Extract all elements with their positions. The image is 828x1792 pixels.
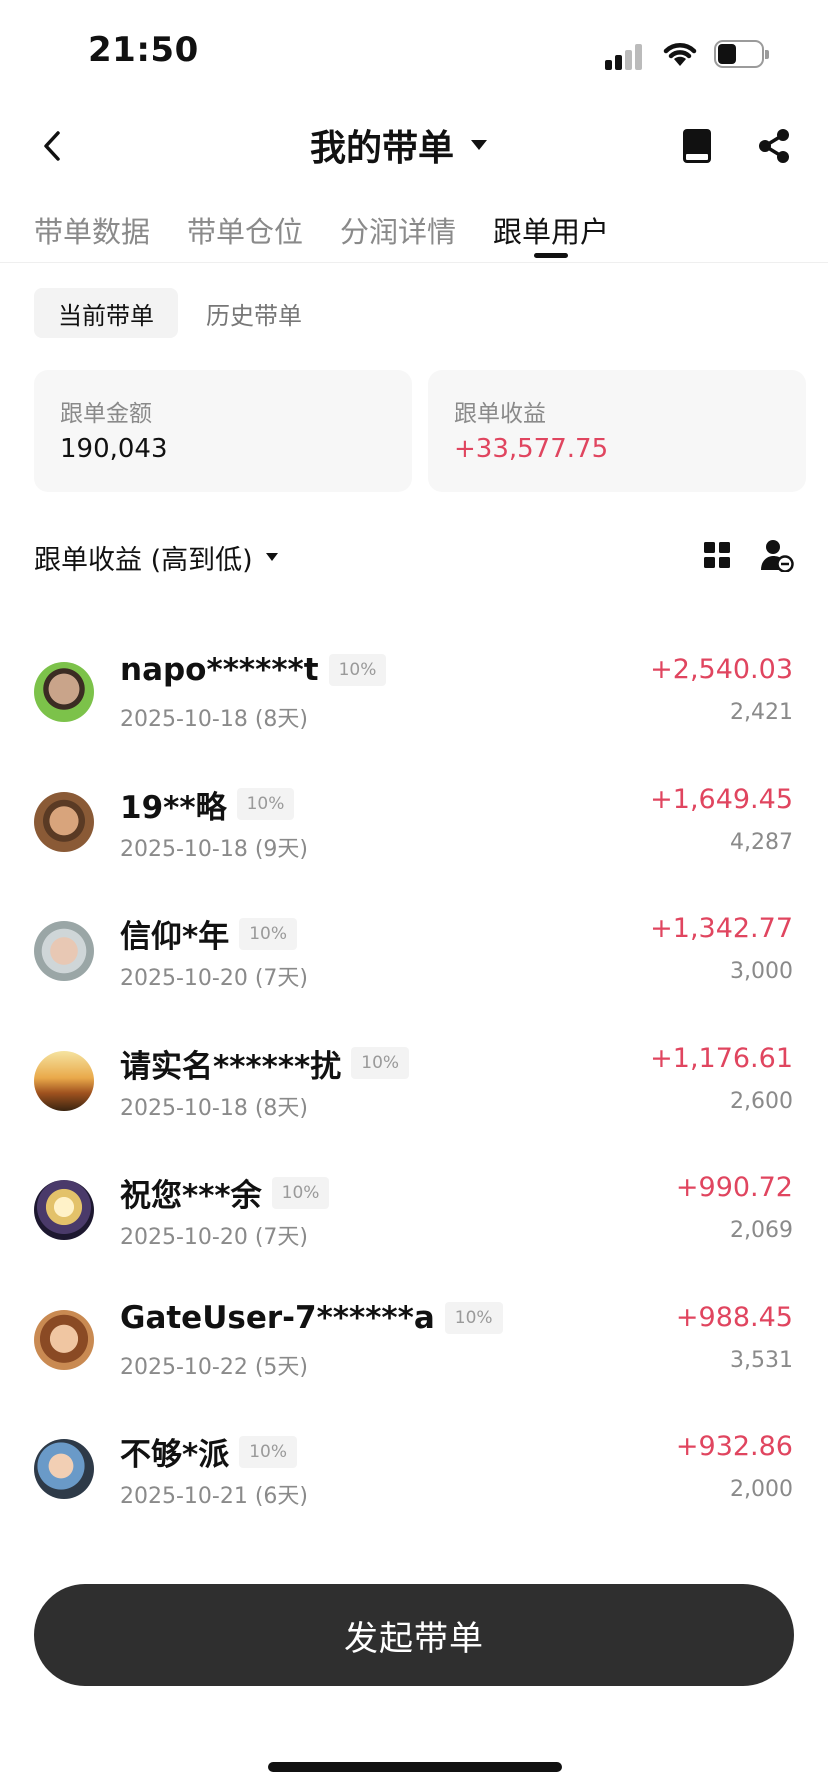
share-badge: 10%	[271, 1176, 330, 1209]
follower-amount: 2,600	[730, 1088, 793, 1114]
follower-row[interactable]: 信仰*年 10% 2025-10-20 (7天) +1,342.77 3,000	[0, 859, 828, 991]
follower-amount: 4,287	[730, 829, 793, 855]
follower-list: napo******t 10% 2025-10-18 (8天) +2,540.0…	[0, 600, 828, 1509]
user-remove-icon[interactable]	[760, 538, 794, 572]
user-name: 请实名******扰	[120, 1048, 342, 1085]
avatar	[34, 1050, 94, 1111]
follow-amount-label: 跟单金额	[60, 401, 152, 427]
main-tabs: 带单数据 带单仓位 分润详情 跟单用户	[0, 205, 828, 263]
follow-profit-value: +33,577.75	[454, 434, 609, 464]
avatar	[34, 1439, 94, 1499]
follow-amount-card: 跟单金额 190,043	[34, 370, 412, 492]
follower-row[interactable]: 19**略 10% 2025-10-18 (9天) +1,649.45 4,28…	[0, 730, 828, 862]
follower-amount: 3,000	[730, 959, 793, 984]
follow-profit-card: 跟单收益 +33,577.75	[428, 370, 806, 492]
status-time: 21:50	[88, 30, 199, 70]
share-badge: 10%	[239, 1435, 298, 1468]
user-name: 不够*派	[120, 1437, 230, 1473]
cellular-signal-icon	[605, 42, 647, 70]
follow-date: 2025-10-18 (8天)	[120, 1095, 309, 1121]
share-badge: 10%	[328, 654, 387, 686]
caret-down-icon	[265, 553, 278, 561]
tab-profit-share[interactable]: 分润详情	[340, 209, 456, 251]
my-copy-trading-page: 21:50 我的带单 带单数据 带单仓位 分润详情 跟单用户 当前带单 历史带单…	[0, 0, 828, 1792]
launch-copy-trading-button[interactable]: 发起带单	[34, 1584, 794, 1686]
battery-icon	[714, 40, 769, 68]
follower-profit: +2,540.03	[650, 654, 793, 685]
subtab-current[interactable]: 当前带单	[34, 288, 178, 338]
follower-row[interactable]: 请实名******扰 10% 2025-10-18 (8天) +1,176.61…	[0, 989, 828, 1121]
book-icon	[683, 129, 711, 163]
share-button[interactable]	[752, 124, 796, 168]
active-tab-indicator	[534, 253, 568, 258]
follow-date: 2025-10-18 (9天)	[120, 836, 309, 862]
avatar	[34, 662, 94, 722]
follow-date: 2025-10-20 (7天)	[120, 1225, 309, 1250]
share-badge: 10%	[236, 788, 295, 820]
subtab-history[interactable]: 历史带单	[206, 288, 302, 338]
follower-row[interactable]: napo******t 10% 2025-10-18 (8天) +2,540.0…	[0, 600, 828, 732]
follow-date: 2025-10-20 (7天)	[120, 966, 309, 991]
book-button[interactable]	[676, 125, 718, 167]
grid-view-icon[interactable]	[702, 540, 732, 570]
follower-row[interactable]: 不够*派 10% 2025-10-21 (6天) +932.86 2,000	[0, 1377, 828, 1509]
page-title: 我的带单	[310, 128, 455, 169]
avatar	[34, 921, 94, 981]
follow-date: 2025-10-18 (8天)	[120, 707, 309, 732]
share-badge: 10%	[444, 1301, 503, 1334]
follow-date: 2025-10-21 (6天)	[120, 1484, 309, 1509]
follower-profit: +988.45	[675, 1301, 793, 1333]
sort-dropdown[interactable]: 跟单收益 (高到低)	[34, 535, 279, 579]
header: 我的带单	[0, 110, 828, 190]
user-name: 祝您***余	[120, 1178, 262, 1214]
follow-date: 2025-10-22 (5天)	[120, 1354, 309, 1380]
avatar	[34, 1180, 94, 1240]
avatar	[34, 791, 94, 852]
follower-amount: 2,069	[730, 1218, 793, 1243]
tab-followers[interactable]: 跟单用户	[493, 209, 609, 251]
user-name: napo******t	[120, 652, 319, 688]
caret-down-icon	[471, 140, 488, 150]
follower-row[interactable]: 祝您***余 10% 2025-10-20 (7天) +990.72 2,069	[0, 1118, 828, 1250]
share-icon	[759, 129, 789, 163]
avatar	[34, 1309, 94, 1370]
follower-row[interactable]: GateUser-7******a 10% 2025-10-22 (5天) +9…	[0, 1248, 828, 1380]
follow-amount-value: 190,043	[60, 434, 168, 464]
share-badge: 10%	[239, 917, 298, 950]
follower-profit: +990.72	[675, 1172, 793, 1203]
chevron-left-icon	[44, 131, 60, 161]
share-badge: 10%	[351, 1047, 410, 1079]
follower-profit: +932.86	[675, 1431, 793, 1462]
wifi-icon	[663, 43, 697, 66]
follower-amount: 3,531	[730, 1347, 793, 1373]
follower-amount: 2,421	[730, 700, 793, 725]
follower-amount: 2,000	[730, 1477, 793, 1502]
back-button[interactable]	[30, 124, 74, 168]
user-name: 信仰*年	[120, 919, 230, 955]
title-dropdown[interactable]: 我的带单	[310, 120, 488, 170]
status-bar: 21:50	[0, 0, 828, 100]
user-name: 19**略	[120, 789, 227, 826]
follower-profit: +1,649.45	[650, 783, 793, 815]
follower-profit: +1,342.77	[650, 913, 793, 944]
follow-profit-label: 跟单收益	[454, 401, 546, 427]
sort-label: 跟单收益 (高到低)	[34, 544, 253, 576]
follower-profit: +1,176.61	[650, 1042, 793, 1074]
user-name: GateUser-7******a	[120, 1299, 435, 1336]
tab-copy-data[interactable]: 带单数据	[34, 209, 150, 251]
home-indicator	[268, 1762, 562, 1772]
tab-positions[interactable]: 带单仓位	[187, 209, 303, 251]
